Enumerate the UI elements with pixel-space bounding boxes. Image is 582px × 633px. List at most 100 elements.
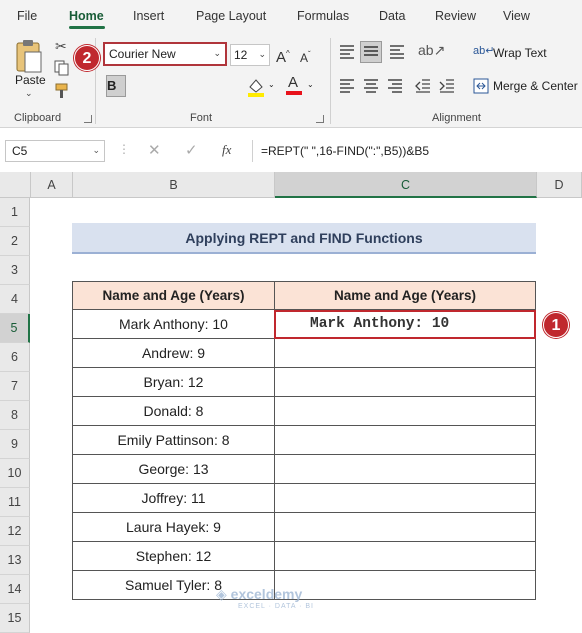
align-top-icon[interactable] [338,44,356,60]
row-header[interactable]: 6 [0,343,30,372]
name-box[interactable]: C5 ⌄ [5,140,105,162]
tab-home[interactable]: Home [69,9,104,23]
align-bottom-icon[interactable] [388,44,406,60]
increase-indent-icon[interactable] [438,78,456,94]
name-cell[interactable]: Bryan: 12 [72,368,275,397]
paste-button[interactable] [12,38,46,76]
empty-cell[interactable] [274,484,536,513]
row-header[interactable]: 13 [0,546,30,575]
header-cell-c4[interactable]: Name and Age (Years) [274,281,536,310]
row-header[interactable]: 15 [0,604,30,633]
row-header[interactable]: 9 [0,430,30,459]
font-color-button[interactable]: A [286,74,302,96]
tab-view[interactable]: View [503,9,530,23]
empty-cell[interactable] [274,368,536,397]
align-left-icon[interactable] [338,78,356,94]
row-header-selected[interactable]: 5 [0,314,30,343]
wrap-text-button[interactable]: ab↵ Wrap Text [473,44,581,64]
clipboard-dialog-launcher[interactable] [84,115,92,123]
row-header[interactable]: 1 [0,198,30,227]
column-header-c[interactable]: C [275,172,537,198]
empty-cell[interactable] [274,426,536,455]
font-size-value: 12 [234,48,248,62]
name-cell[interactable]: Stephen: 12 [72,542,275,571]
group-separator [330,38,331,124]
ribbon: Paste ⌄ ✂ Clipboard 2 Courier New ⌄ 12 ⌄… [0,32,582,128]
align-middle-button[interactable] [360,41,382,63]
font-name-dropdown[interactable]: Courier New ⌄ [103,42,227,66]
sheet-title[interactable]: Applying REPT and FIND Functions [72,223,536,254]
orientation-icon[interactable]: ab↗ [418,42,445,59]
insert-function-icon[interactable]: fx [222,142,231,158]
align-center-icon[interactable] [362,78,380,94]
worksheet: A B C D 1 2 3 4 5 6 7 8 9 10 11 12 13 14… [0,172,582,633]
name-cell[interactable]: Mark Anthony: 10 [72,310,275,339]
tab-formulas[interactable]: Formulas [297,9,349,23]
row-header[interactable]: 8 [0,401,30,430]
font-color-icon: A [288,74,299,91]
empty-cell[interactable] [274,542,536,571]
empty-cell[interactable] [274,339,536,368]
tab-insert[interactable]: Insert [133,9,164,23]
clipboard-group-label: Clipboard [14,112,62,124]
fill-color-icon[interactable] [246,76,266,98]
format-painter-icon[interactable] [54,82,70,100]
row-header[interactable]: 14 [0,575,30,604]
row-header[interactable]: 10 [0,459,30,488]
alignment-group-label: Alignment [432,112,481,124]
watermark-logo-icon: ◈ [216,586,231,602]
tab-review[interactable]: Review [435,9,476,23]
paste-label[interactable]: Paste [15,73,46,87]
enter-icon[interactable]: ✓ [185,141,198,159]
bold-button[interactable]: B [106,75,126,97]
font-size-dropdown[interactable]: 12 ⌄ [230,44,270,66]
font-dialog-launcher[interactable] [316,115,324,123]
row-header[interactable]: 7 [0,372,30,401]
column-header-a[interactable]: A [31,172,73,198]
name-cell[interactable]: Andrew: 9 [72,339,275,368]
name-cell[interactable]: Laura Hayek: 9 [72,513,275,542]
empty-cell[interactable] [274,455,536,484]
row-header[interactable]: 4 [0,285,30,314]
font-group-label: Font [190,112,213,124]
header-cell-b4[interactable]: Name and Age (Years) [72,281,275,310]
decrease-indent-icon[interactable] [414,78,432,94]
column-header-b[interactable]: B [73,172,275,198]
name-cell[interactable]: George: 13 [72,455,275,484]
cancel-icon[interactable]: ✕ [148,141,161,159]
watermark-name: exceldemy [230,586,303,602]
merge-center-icon [473,78,489,94]
decrease-font-size-icon[interactable]: Aˇ [300,45,311,68]
increase-font-size-icon[interactable]: A^ [276,44,290,68]
formula-input[interactable]: =REPT(" ",16-FIND(":",B5))&B5 [252,140,582,162]
selected-cell-c5[interactable]: Mark Anthony: 10 [274,310,536,339]
name-cell[interactable]: Donald: 8 [72,397,275,426]
font-name-value: Courier New [109,47,176,61]
more-options-icon: ⋮ [118,142,130,156]
align-right-icon[interactable] [386,78,404,94]
name-box-value: C5 [12,144,28,158]
cut-icon[interactable]: ✂ [55,38,67,55]
name-cell[interactable]: Emily Pattinson: 8 [72,426,275,455]
empty-cell[interactable] [274,513,536,542]
select-all-corner[interactable] [0,172,31,198]
column-header-d[interactable]: D [537,172,582,198]
chevron-down-icon[interactable]: ⌄ [307,80,314,89]
tab-file[interactable]: File [17,9,37,23]
formula-bar: C5 ⌄ ⋮ ✕ ✓ fx =REPT(" ",16-FIND(":",B5))… [0,128,582,172]
tab-data[interactable]: Data [379,9,405,23]
empty-cell[interactable] [274,397,536,426]
exceldemy-watermark: ◈ exceldemy EXCEL · DATA · BI [216,586,314,610]
name-cell[interactable]: Joffrey: 11 [72,484,275,513]
align-middle-icon [364,46,378,56]
tab-page-layout[interactable]: Page Layout [196,9,266,23]
chevron-down-icon[interactable]: ⌄ [268,80,275,89]
row-header[interactable]: 12 [0,517,30,546]
ribbon-tabs: File Home Insert Page Layout Formulas Da… [0,0,582,32]
row-header[interactable]: 3 [0,256,30,285]
paste-dropdown-icon[interactable]: ⌄ [25,88,33,99]
merge-center-button[interactable]: Merge & Center [473,77,582,97]
row-header[interactable]: 11 [0,488,30,517]
copy-icon[interactable] [54,60,70,76]
row-header[interactable]: 2 [0,227,30,256]
